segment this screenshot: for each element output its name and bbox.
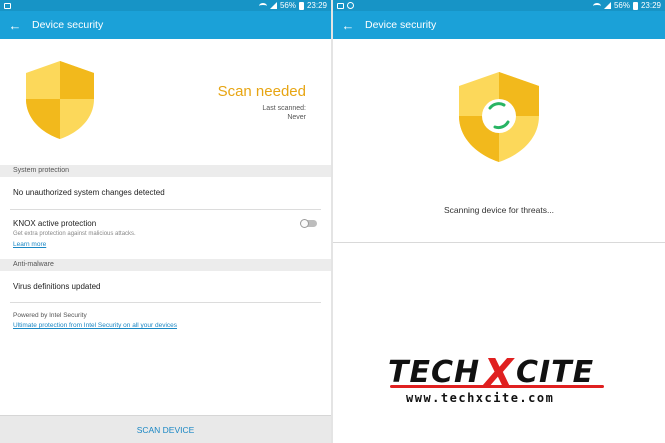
page-title: Device security [32, 19, 104, 31]
techxcite-watermark-logo: TECH X CITE www.techxcite.com [388, 351, 608, 410]
status-bar: 56% 23:29 [333, 0, 665, 11]
battery-percent: 56% [613, 1, 630, 10]
knox-title: KNOX active protection [13, 219, 97, 228]
back-arrow-icon[interactable]: ← [341, 18, 355, 33]
battery-percent: 56% [279, 1, 296, 10]
wifi-icon [592, 2, 601, 9]
section-header-system-protection: System protection [0, 165, 331, 177]
virus-definitions-text: Virus definitions updated [13, 282, 101, 291]
signal-icon [269, 2, 277, 9]
powered-by-block: Powered by Intel Security Ultimate prote… [0, 303, 331, 329]
device-security-overview: 56% 23:29 ← Device security Scan needed … [0, 0, 331, 443]
gallery-notification-icon [337, 2, 344, 9]
device-security-scanning: 56% 23:29 ← Device security Scanning dev… [333, 0, 665, 443]
learn-more-link[interactable]: Learn more [13, 241, 331, 248]
battery-icon [632, 1, 638, 10]
back-arrow-icon[interactable]: ← [8, 18, 22, 33]
toggle-knob [300, 218, 309, 228]
logo-x: X [484, 351, 514, 395]
status-bar: 56% 23:29 [0, 0, 331, 11]
clock: 23:29 [306, 1, 327, 10]
last-scanned-value: Never [287, 114, 306, 121]
shield-icon [459, 72, 539, 162]
knox-item[interactable]: KNOX active protection Get extra protect… [0, 210, 331, 259]
scanning-status-text: Scanning device for threats... [443, 205, 555, 215]
knox-description: Get extra protection against malicious a… [13, 231, 136, 237]
shield-icon [26, 61, 94, 139]
sync-notification-icon [347, 2, 354, 9]
virus-definitions-item: Virus definitions updated [0, 271, 331, 302]
logo-url: www.techxcite.com [406, 391, 555, 405]
app-bar: ← Device security [333, 11, 665, 39]
logo-underline [390, 385, 604, 388]
clock: 23:29 [640, 1, 661, 10]
last-scanned-label: Last scanned: [262, 105, 306, 112]
page-title: Device security [365, 19, 437, 31]
gallery-notification-icon [4, 2, 11, 9]
app-bar: ← Device security [0, 11, 331, 39]
divider [333, 242, 665, 243]
powered-by-text: Powered by Intel Security [13, 312, 87, 319]
system-changes-item: No unauthorized system changes detected [0, 177, 331, 209]
signal-icon [603, 2, 611, 9]
screen: 56% 23:29 ← Device security Scan needed … [0, 0, 665, 443]
scan-summary: Scan needed Last scanned: Never [0, 39, 331, 165]
system-changes-text: No unauthorized system changes detected [13, 188, 165, 197]
scan-device-button[interactable]: SCAN DEVICE [0, 415, 331, 443]
section-header-anti-malware: Anti-malware [0, 259, 331, 271]
intel-security-link[interactable]: Ultimate protection from Intel Security … [13, 322, 331, 329]
scan-status: Scan needed [217, 83, 306, 100]
battery-icon [298, 1, 304, 10]
wifi-icon [258, 2, 267, 9]
knox-toggle[interactable] [300, 218, 317, 228]
